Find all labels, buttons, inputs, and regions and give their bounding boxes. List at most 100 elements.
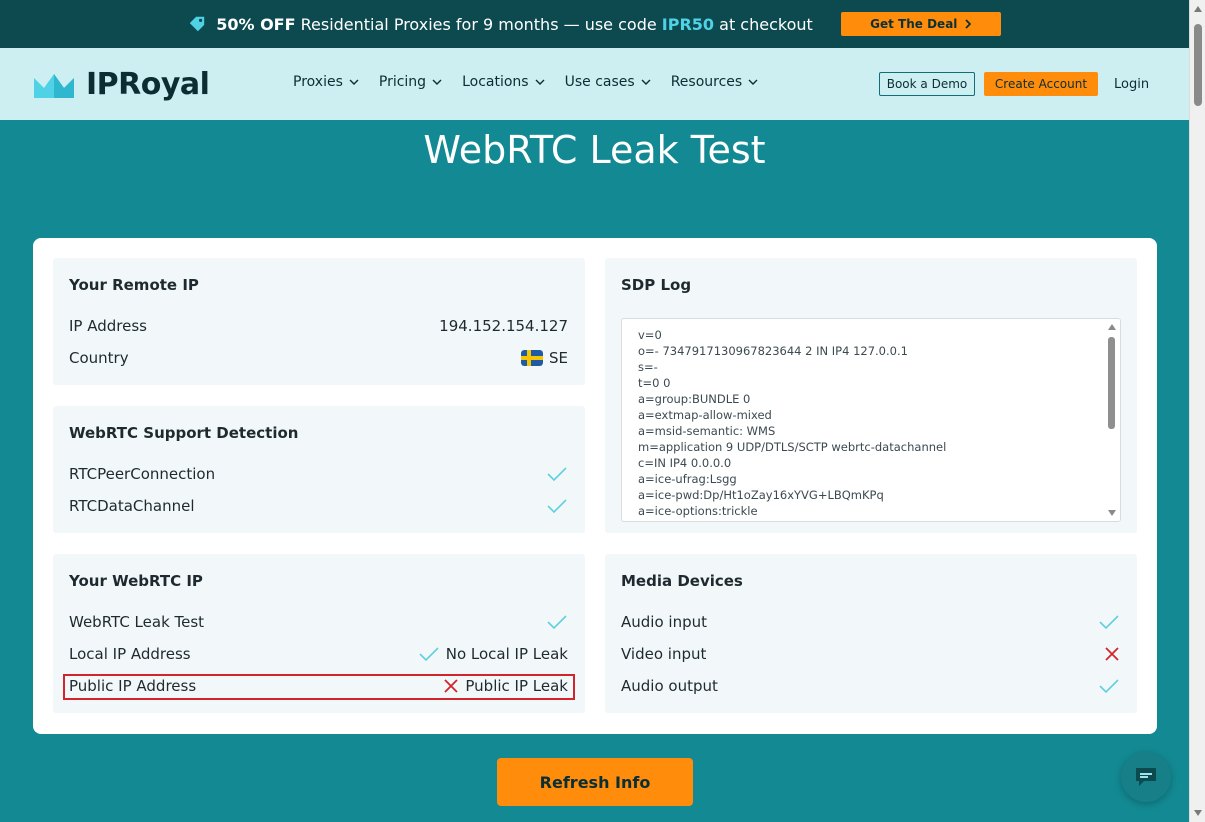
sdp-line: a=group:BUNDLE 0 bbox=[638, 392, 751, 406]
menu-locations[interactable]: Locations bbox=[462, 74, 545, 90]
audio-output-row: Audio output bbox=[621, 675, 1120, 697]
webrtc-ip-card: Your WebRTC IP WebRTC Leak Test Local IP… bbox=[53, 554, 585, 713]
public-ip-value: Public IP Leak bbox=[465, 677, 568, 695]
check-icon bbox=[547, 467, 567, 482]
menu-label: Use cases bbox=[564, 74, 635, 90]
sdp-log-textarea[interactable]: v=0 o=- 7347917130967823644 2 IN IP4 127… bbox=[621, 318, 1121, 522]
brand-name: IPRoyal bbox=[86, 67, 210, 102]
crown-logo-icon bbox=[34, 73, 74, 98]
check-icon bbox=[547, 499, 567, 514]
webrtc-support-card: WebRTC Support Detection RTCPeerConnecti… bbox=[53, 406, 585, 533]
sdp-lines: v=0 o=- 7347917130967823644 2 IN IP4 127… bbox=[622, 319, 1120, 519]
local-ip-status: No Local IP Leak bbox=[418, 645, 568, 663]
refresh-info-button[interactable]: Refresh Info bbox=[497, 758, 693, 806]
sdp-log-card: SDP Log v=0 o=- 7347917130967823644 2 IN… bbox=[605, 258, 1137, 533]
sdp-scrollbar[interactable] bbox=[1104, 319, 1120, 521]
chevron-down-icon bbox=[349, 79, 359, 85]
rtc-peer-connection-row: RTCPeerConnection bbox=[69, 463, 568, 485]
sdp-line: a=extmap-allow-mixed bbox=[638, 408, 772, 422]
menu-label: Locations bbox=[462, 74, 529, 90]
check-icon bbox=[1099, 679, 1119, 694]
row-label: WebRTC Leak Test bbox=[69, 613, 205, 631]
menu-pricing[interactable]: Pricing bbox=[379, 74, 442, 90]
country-code: SE bbox=[549, 349, 568, 367]
scroll-up-arrow-icon[interactable] bbox=[1108, 324, 1116, 330]
row-label: Public IP Address bbox=[69, 677, 197, 695]
promo-bold: 50% OFF bbox=[216, 14, 296, 34]
create-account-button[interactable]: Create Account bbox=[984, 72, 1098, 96]
promo-text-1: Residential Proxies for 9 months — use c… bbox=[295, 14, 662, 34]
menu-label: Resources bbox=[670, 74, 743, 90]
window-scrollbar[interactable] bbox=[1189, 0, 1205, 822]
check-icon bbox=[419, 647, 439, 662]
sdp-line: a=ice-ufrag:Lsgg bbox=[638, 472, 737, 486]
leak-test-row: WebRTC Leak Test bbox=[69, 611, 568, 633]
audio-input-row: Audio input bbox=[621, 611, 1120, 633]
ip-address-value: 194.152.154.127 bbox=[439, 317, 568, 335]
login-link[interactable]: Login bbox=[1114, 77, 1149, 92]
sdp-line: t=0 0 bbox=[638, 376, 671, 390]
menu-label: Pricing bbox=[378, 74, 427, 90]
public-ip-status: Public IP Leak bbox=[443, 677, 568, 695]
chat-bubble-icon bbox=[1136, 768, 1156, 786]
scroll-up-arrow-icon[interactable] bbox=[1194, 6, 1202, 12]
public-ip-row: Public IP Address Public IP Leak bbox=[69, 675, 568, 697]
scroll-down-arrow-icon[interactable] bbox=[1108, 510, 1116, 516]
row-label: Audio input bbox=[621, 613, 707, 631]
card-title: Your WebRTC IP bbox=[69, 572, 203, 590]
sdp-line: v=0 bbox=[638, 328, 662, 342]
row-label: Country bbox=[69, 349, 129, 367]
scroll-down-arrow-icon[interactable] bbox=[1194, 810, 1202, 816]
get-the-deal-button[interactable]: Get The Deal bbox=[840, 12, 1001, 36]
country-row: Country SE bbox=[69, 347, 568, 369]
brand-logo[interactable]: IPRoyal bbox=[32, 67, 210, 102]
sdp-line: o=- 7347917130967823644 2 IN IP4 127.0.0… bbox=[638, 344, 908, 358]
remote-ip-card: Your Remote IP IP Address 194.152.154.12… bbox=[53, 258, 585, 385]
promo-text: 50% OFF Residential Proxies for 9 months… bbox=[216, 15, 813, 34]
sdp-line: a=msid-semantic: WMS bbox=[638, 424, 776, 438]
sdp-line: a=ice-options:trickle bbox=[638, 504, 758, 518]
video-input-row: Video input bbox=[621, 643, 1120, 665]
get-the-deal-label: Get The Deal bbox=[870, 17, 958, 31]
check-icon bbox=[547, 615, 567, 630]
row-label: RTCDataChannel bbox=[69, 497, 195, 515]
chevron-right-icon bbox=[965, 19, 972, 29]
price-tag-icon bbox=[190, 16, 205, 32]
menu-use-cases[interactable]: Use cases bbox=[565, 74, 651, 90]
sdp-line: s=- bbox=[638, 360, 658, 374]
promo-code: IPR50 bbox=[661, 14, 715, 34]
sweden-flag-icon bbox=[521, 350, 543, 366]
book-demo-button[interactable]: Book a Demo bbox=[879, 72, 975, 96]
scrollbar-thumb[interactable] bbox=[1194, 24, 1202, 106]
row-label: Video input bbox=[621, 645, 707, 663]
row-label: RTCPeerConnection bbox=[69, 465, 216, 483]
card-title: WebRTC Support Detection bbox=[69, 424, 299, 442]
card-title: SDP Log bbox=[621, 276, 692, 294]
promo-banner: 50% OFF Residential Proxies for 9 months… bbox=[0, 0, 1189, 48]
ip-address-row: IP Address 194.152.154.127 bbox=[69, 315, 568, 337]
card-title: Media Devices bbox=[621, 572, 743, 590]
rtc-data-channel-row: RTCDataChannel bbox=[69, 495, 568, 517]
check-icon bbox=[1099, 615, 1119, 630]
main-menu: Proxies Pricing Locations Use cases Reso… bbox=[293, 74, 758, 90]
menu-proxies[interactable]: Proxies bbox=[293, 74, 359, 90]
sdp-line: c=IN IP4 0.0.0.0 bbox=[638, 456, 732, 470]
row-label: Audio output bbox=[621, 677, 718, 695]
chevron-down-icon bbox=[535, 79, 545, 85]
page-title: WebRTC Leak Test bbox=[423, 128, 766, 172]
chat-widget-button[interactable] bbox=[1121, 752, 1171, 802]
local-ip-value: No Local IP Leak bbox=[445, 645, 568, 663]
scrollbar-thumb[interactable] bbox=[1108, 337, 1115, 429]
card-title: Your Remote IP bbox=[69, 276, 199, 294]
menu-resources[interactable]: Resources bbox=[671, 74, 759, 90]
results-panel: Your Remote IP IP Address 194.152.154.12… bbox=[33, 238, 1157, 734]
menu-label: Proxies bbox=[293, 74, 343, 90]
row-label: IP Address bbox=[69, 317, 147, 335]
promo-text-2: at checkout bbox=[714, 14, 813, 34]
cross-icon bbox=[444, 679, 459, 693]
media-devices-card: Media Devices Audio input Video input Au… bbox=[605, 554, 1137, 713]
chevron-down-icon bbox=[748, 79, 758, 85]
chevron-down-icon bbox=[432, 79, 442, 85]
cross-icon bbox=[1105, 647, 1119, 661]
country-value-wrap: SE bbox=[521, 349, 568, 367]
